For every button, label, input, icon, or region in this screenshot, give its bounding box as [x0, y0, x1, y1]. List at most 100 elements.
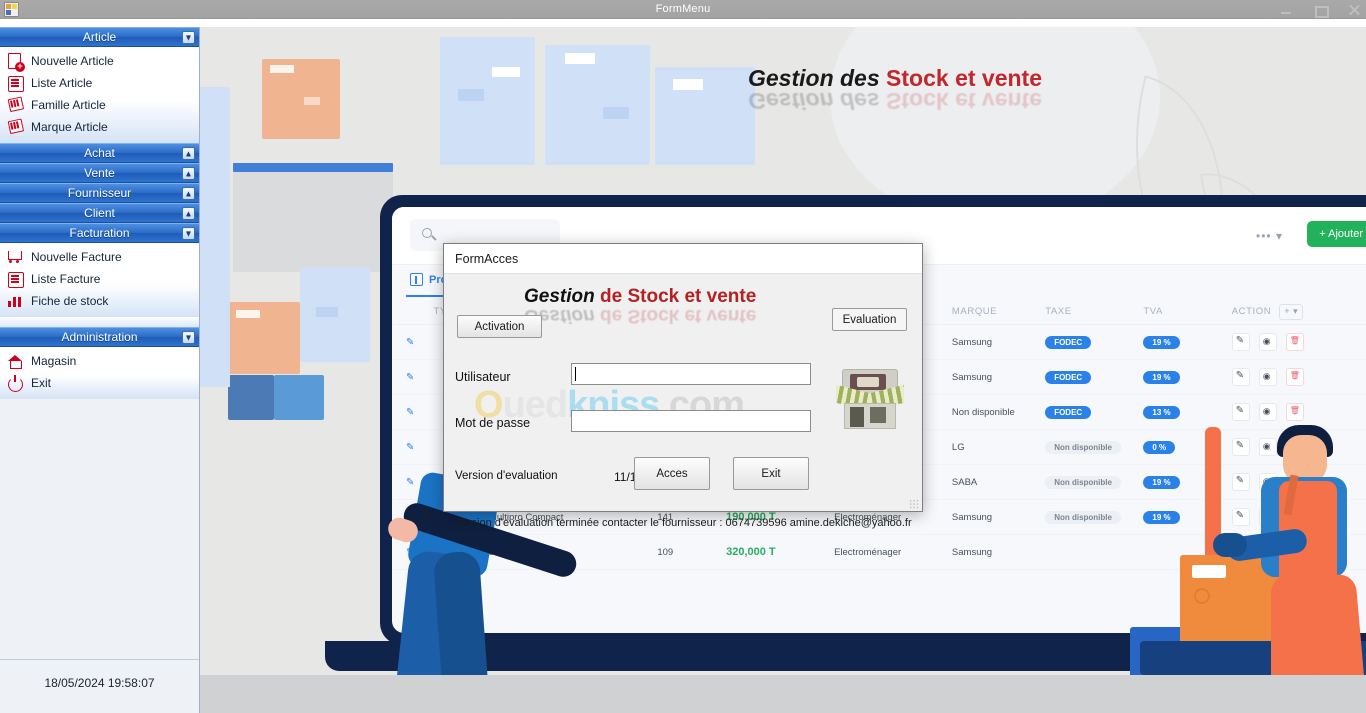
chevron-up-icon[interactable]: ▲ [182, 187, 195, 200]
resize-grip-icon[interactable] [909, 499, 919, 509]
shelf-plank [233, 172, 393, 272]
utilisateur-label: Utilisateur [455, 370, 511, 384]
mot-de-passe-input[interactable] [571, 410, 811, 432]
edit-icon[interactable] [1231, 403, 1250, 421]
sidebar-group-label: Facturation [69, 226, 130, 240]
utilisateur-input[interactable] [571, 363, 811, 385]
cell-actions [1231, 333, 1366, 351]
delete-icon[interactable] [1285, 333, 1304, 351]
view-icon[interactable] [1258, 403, 1277, 421]
mock-overflow-menu[interactable]: ••• ▾ [1256, 229, 1283, 243]
sidebar-item-fiche-de-stock[interactable]: Fiche de stock [0, 290, 199, 312]
sidebar-item-marque-article[interactable]: Marque Article [0, 116, 199, 138]
row-select-icon: ✎ [406, 336, 415, 348]
delete-icon[interactable] [1285, 403, 1304, 421]
window-titlebar: FormMenu [0, 0, 1366, 19]
new-document-icon [6, 52, 25, 72]
add-column-button[interactable]: + ▾ [1279, 303, 1304, 320]
sidebar-item-nouvelle-facture[interactable]: Nouvelle Facture [0, 246, 199, 268]
sidebar-spacer [0, 317, 199, 327]
chevron-up-icon[interactable]: ▲ [182, 167, 195, 180]
view-icon[interactable] [1258, 368, 1277, 386]
sidebar-group-header-administration[interactable]: Administration ▼ [0, 327, 199, 347]
cell-tva-badge: 13 % [1143, 405, 1180, 419]
delete-icon[interactable] [1285, 368, 1304, 386]
list-icon [6, 74, 24, 92]
exit-button[interactable]: Exit [733, 457, 809, 490]
cell-taxe-badge: Non disponible [1045, 510, 1121, 524]
dialog-title: FormAcces [455, 251, 519, 266]
cell-marque: Samsung [951, 336, 993, 348]
dialog-heading-reflection: Gestion de Stock et vente [524, 304, 756, 326]
sidebar-item-exit[interactable]: Exit [0, 372, 199, 394]
sidebar-group-label: Vente [84, 166, 115, 180]
sidebar-group-header-fournisseur[interactable]: Fournisseur ▲ [0, 183, 199, 203]
shop-3d-icon [834, 369, 906, 431]
sidebar-item-liste-facture[interactable]: Liste Facture [0, 268, 199, 290]
edit-icon[interactable] [1231, 368, 1250, 386]
sidebar-group-header-article[interactable]: Article ▼ [0, 27, 199, 47]
cell-taxe-badge: FODEC [1045, 370, 1092, 384]
chevron-up-icon[interactable]: ▲ [182, 147, 195, 160]
text-caret [575, 367, 576, 381]
laptop-foot [620, 635, 800, 649]
sidebar-item-label: Famille Article [31, 98, 106, 112]
worker-illustration-right [1213, 425, 1366, 713]
cell-marque: SABA [951, 476, 978, 488]
background-page-title-reflection: Gestion des Stock et vente [748, 87, 1042, 114]
sidebar-item-label: Fiche de stock [31, 294, 109, 308]
cell-taxe: Non disponible [1045, 510, 1143, 524]
power-icon [6, 374, 24, 392]
sidebar-group-header-client[interactable]: Client ▲ [0, 203, 199, 223]
cell-tva-badge: 19 % [1143, 510, 1180, 524]
sidebar-item-nouvelle-article[interactable]: Nouvelle Article [0, 50, 199, 72]
mot-de-passe-label: Mot de passe [455, 416, 531, 430]
sidebar-group-label: Administration [61, 330, 138, 344]
tag-scan-icon [4, 94, 25, 115]
sidebar-item-label: Liste Facture [31, 272, 101, 286]
cell-taxe-badge: FODEC [1045, 335, 1092, 349]
cell-qte: 109 [657, 546, 674, 558]
sidebar-item-magasin[interactable]: Magasin [0, 350, 199, 372]
close-icon[interactable] [1348, 4, 1360, 16]
chevron-up-icon[interactable]: ▲ [182, 207, 195, 220]
cell-taxe: FODEC [1045, 370, 1143, 384]
sidebar-item-label: Nouvelle Facture [31, 250, 122, 264]
cell-tva: 13 % [1143, 405, 1231, 419]
box-icon [410, 273, 423, 286]
sidebar-item-label: Magasin [31, 354, 77, 368]
cell-tva-badge: 19 % [1143, 475, 1180, 489]
chevron-down-icon[interactable]: ▼ [182, 227, 195, 240]
maximize-icon[interactable] [1314, 4, 1329, 18]
minimize-icon[interactable] [1280, 4, 1292, 16]
cell-taxe: Non disponible [1045, 475, 1143, 489]
acces-button[interactable]: Acces [634, 457, 710, 490]
activation-button[interactable]: Activation [457, 315, 542, 338]
shelf-box [545, 45, 650, 165]
sidebar-item-label: Marque Article [31, 120, 108, 134]
view-icon[interactable] [1258, 333, 1277, 351]
edit-icon[interactable] [1231, 333, 1250, 351]
cell-actions [1231, 403, 1366, 421]
chevron-down-icon[interactable]: ▼ [182, 31, 195, 44]
sidebar-item-famille-article[interactable]: Famille Article [0, 94, 199, 116]
mock-add-button[interactable]: + Ajouter [1307, 221, 1366, 247]
sidebar-item-label: Nouvelle Article [31, 54, 114, 68]
cell-tva-badge: 0 % [1143, 440, 1176, 454]
cell-taxe: FODEC [1045, 405, 1143, 419]
cell-taxe: Non disponible [1045, 440, 1143, 454]
sidebar-group-label: Article [82, 30, 117, 44]
list-icon [6, 270, 24, 288]
sidebar-group-header-facturation[interactable]: Facturation ▼ [0, 223, 199, 243]
cell-tva-badge: 19 % [1143, 335, 1180, 349]
shelf-bar [233, 163, 393, 172]
sidebar-group-header-vente[interactable]: Vente ▲ [0, 163, 199, 183]
version-evaluation-label: Version d'evaluation [455, 470, 558, 482]
sidebar-group-header-achat[interactable]: Achat ▲ [0, 143, 199, 163]
bar-chart-icon [6, 292, 24, 310]
column-action-label: ACTION [1231, 306, 1272, 317]
chevron-down-icon[interactable]: ▼ [182, 331, 195, 344]
evaluation-button[interactable]: Evaluation [832, 308, 907, 331]
cell-taxe-badge: FODEC [1045, 405, 1092, 419]
sidebar-item-liste-article[interactable]: Liste Article [0, 72, 199, 94]
